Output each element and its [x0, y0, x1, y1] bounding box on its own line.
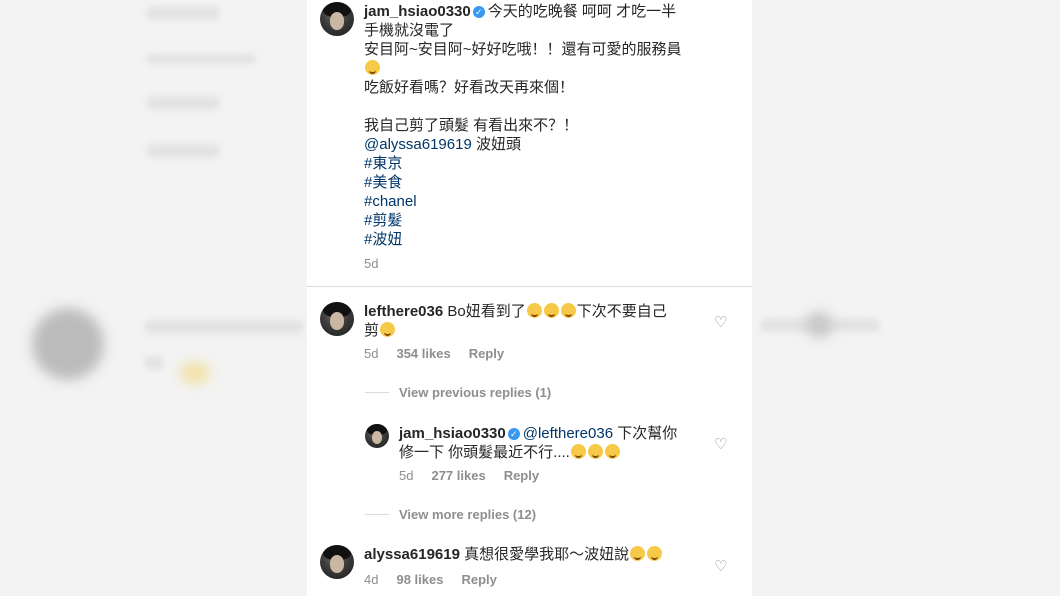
hashtag[interactable]: #美食 — [364, 173, 724, 192]
reply-text: jam_hsiao0330 ✓ @lefthere036 下次幫你 修一下 你頭髮最… — [399, 425, 678, 461]
like-heart-icon[interactable]: ♡ — [714, 437, 727, 452]
reply-username[interactable]: jam_hsiao0330 — [399, 425, 506, 442]
caption-line-1: 今天的吃晚餐 呵呵 才吃一半 — [487, 3, 677, 20]
hashtag[interactable]: #東京 — [364, 154, 724, 173]
hashtag[interactable]: #剪髮 — [364, 211, 724, 230]
hashtag[interactable]: #chanel — [364, 192, 724, 211]
hashtag[interactable]: #波妞 — [364, 230, 724, 249]
replies-line — [365, 514, 389, 515]
caption-username[interactable]: jam_hsiao0330 — [364, 3, 471, 20]
view-previous-replies-button[interactable]: View previous replies (1) — [399, 385, 551, 400]
divider — [307, 286, 752, 287]
view-more-replies-button[interactable]: View more replies (12) — [399, 507, 536, 522]
verified-icon: ✓ — [507, 428, 520, 440]
rofl-emoji-icon — [543, 303, 559, 318]
reply-mention[interactable]: @lefthere036 — [523, 425, 613, 442]
reply-likes[interactable]: 277 likes — [431, 468, 485, 483]
caption-avatar[interactable] — [320, 2, 354, 36]
joy-emoji-icon — [570, 444, 586, 459]
comment-text: lefthere036 Bo妞看到了 下次不要自己 剪 — [364, 303, 667, 339]
rofl-emoji-icon — [630, 546, 646, 561]
reply-meta: 5d 277 likes Reply — [399, 468, 557, 483]
caption-line-4: 吃飯好看嗎？好看改天再來個！ — [364, 79, 575, 96]
comment-avatar[interactable] — [320, 302, 354, 336]
reply-avatar[interactable] — [365, 424, 389, 448]
comment-username[interactable]: lefthere036 — [364, 303, 443, 320]
like-heart-icon[interactable]: ♡ — [714, 559, 727, 574]
post-comments-panel: jam_hsiao0330 ✓ 今天的吃晚餐 呵呵 才吃一半 手機就沒電了 安目阿~… — [307, 0, 752, 596]
replies-line — [365, 392, 389, 393]
caption-line-5: 我自己剪了頭髮 有看出來不？！ — [364, 117, 579, 134]
verified-icon: ✓ — [472, 6, 485, 18]
comment-meta: 4d 98 likes Reply — [364, 572, 515, 587]
reply-button[interactable]: Reply — [504, 468, 539, 483]
caption-line-2: 手機就沒電了 — [364, 22, 455, 39]
caption-time[interactable]: 5d — [364, 256, 378, 271]
reply-button[interactable]: Reply — [461, 572, 496, 587]
caption-line-3: 安目阿~安目阿~好好吃哦！！還有可愛的服務員 — [364, 41, 682, 58]
caption-mention[interactable]: @alyssa619619 — [364, 136, 472, 153]
comment-meta: 5d 354 likes Reply — [364, 346, 522, 361]
comment-username[interactable]: alyssa619619 — [364, 546, 460, 563]
comment-time[interactable]: 5d — [364, 346, 378, 361]
smile-emoji-icon — [365, 60, 380, 75]
rofl-emoji-icon — [560, 303, 576, 318]
reply-time[interactable]: 5d — [399, 468, 413, 483]
caption: jam_hsiao0330 ✓ 今天的吃晚餐 呵呵 才吃一半 手機就沒電了 安目阿~… — [364, 2, 724, 249]
caption-mention-suffix: 波妞頭 — [471, 136, 521, 153]
reply-button[interactable]: Reply — [469, 346, 504, 361]
comment-time[interactable]: 4d — [364, 572, 378, 587]
comment-avatar[interactable] — [320, 545, 354, 579]
comment-likes[interactable]: 354 likes — [396, 346, 450, 361]
joy-emoji-icon — [587, 444, 603, 459]
joy-emoji-icon — [604, 444, 620, 459]
comment-text: alyssa619619 真想很愛學我耶～波妞說 — [364, 545, 704, 564]
comment-likes[interactable]: 98 likes — [396, 572, 443, 587]
rofl-emoji-icon — [526, 303, 542, 318]
relieved-emoji-icon — [380, 322, 396, 337]
like-heart-icon[interactable]: ♡ — [714, 315, 727, 330]
rofl-emoji-icon — [647, 546, 663, 561]
